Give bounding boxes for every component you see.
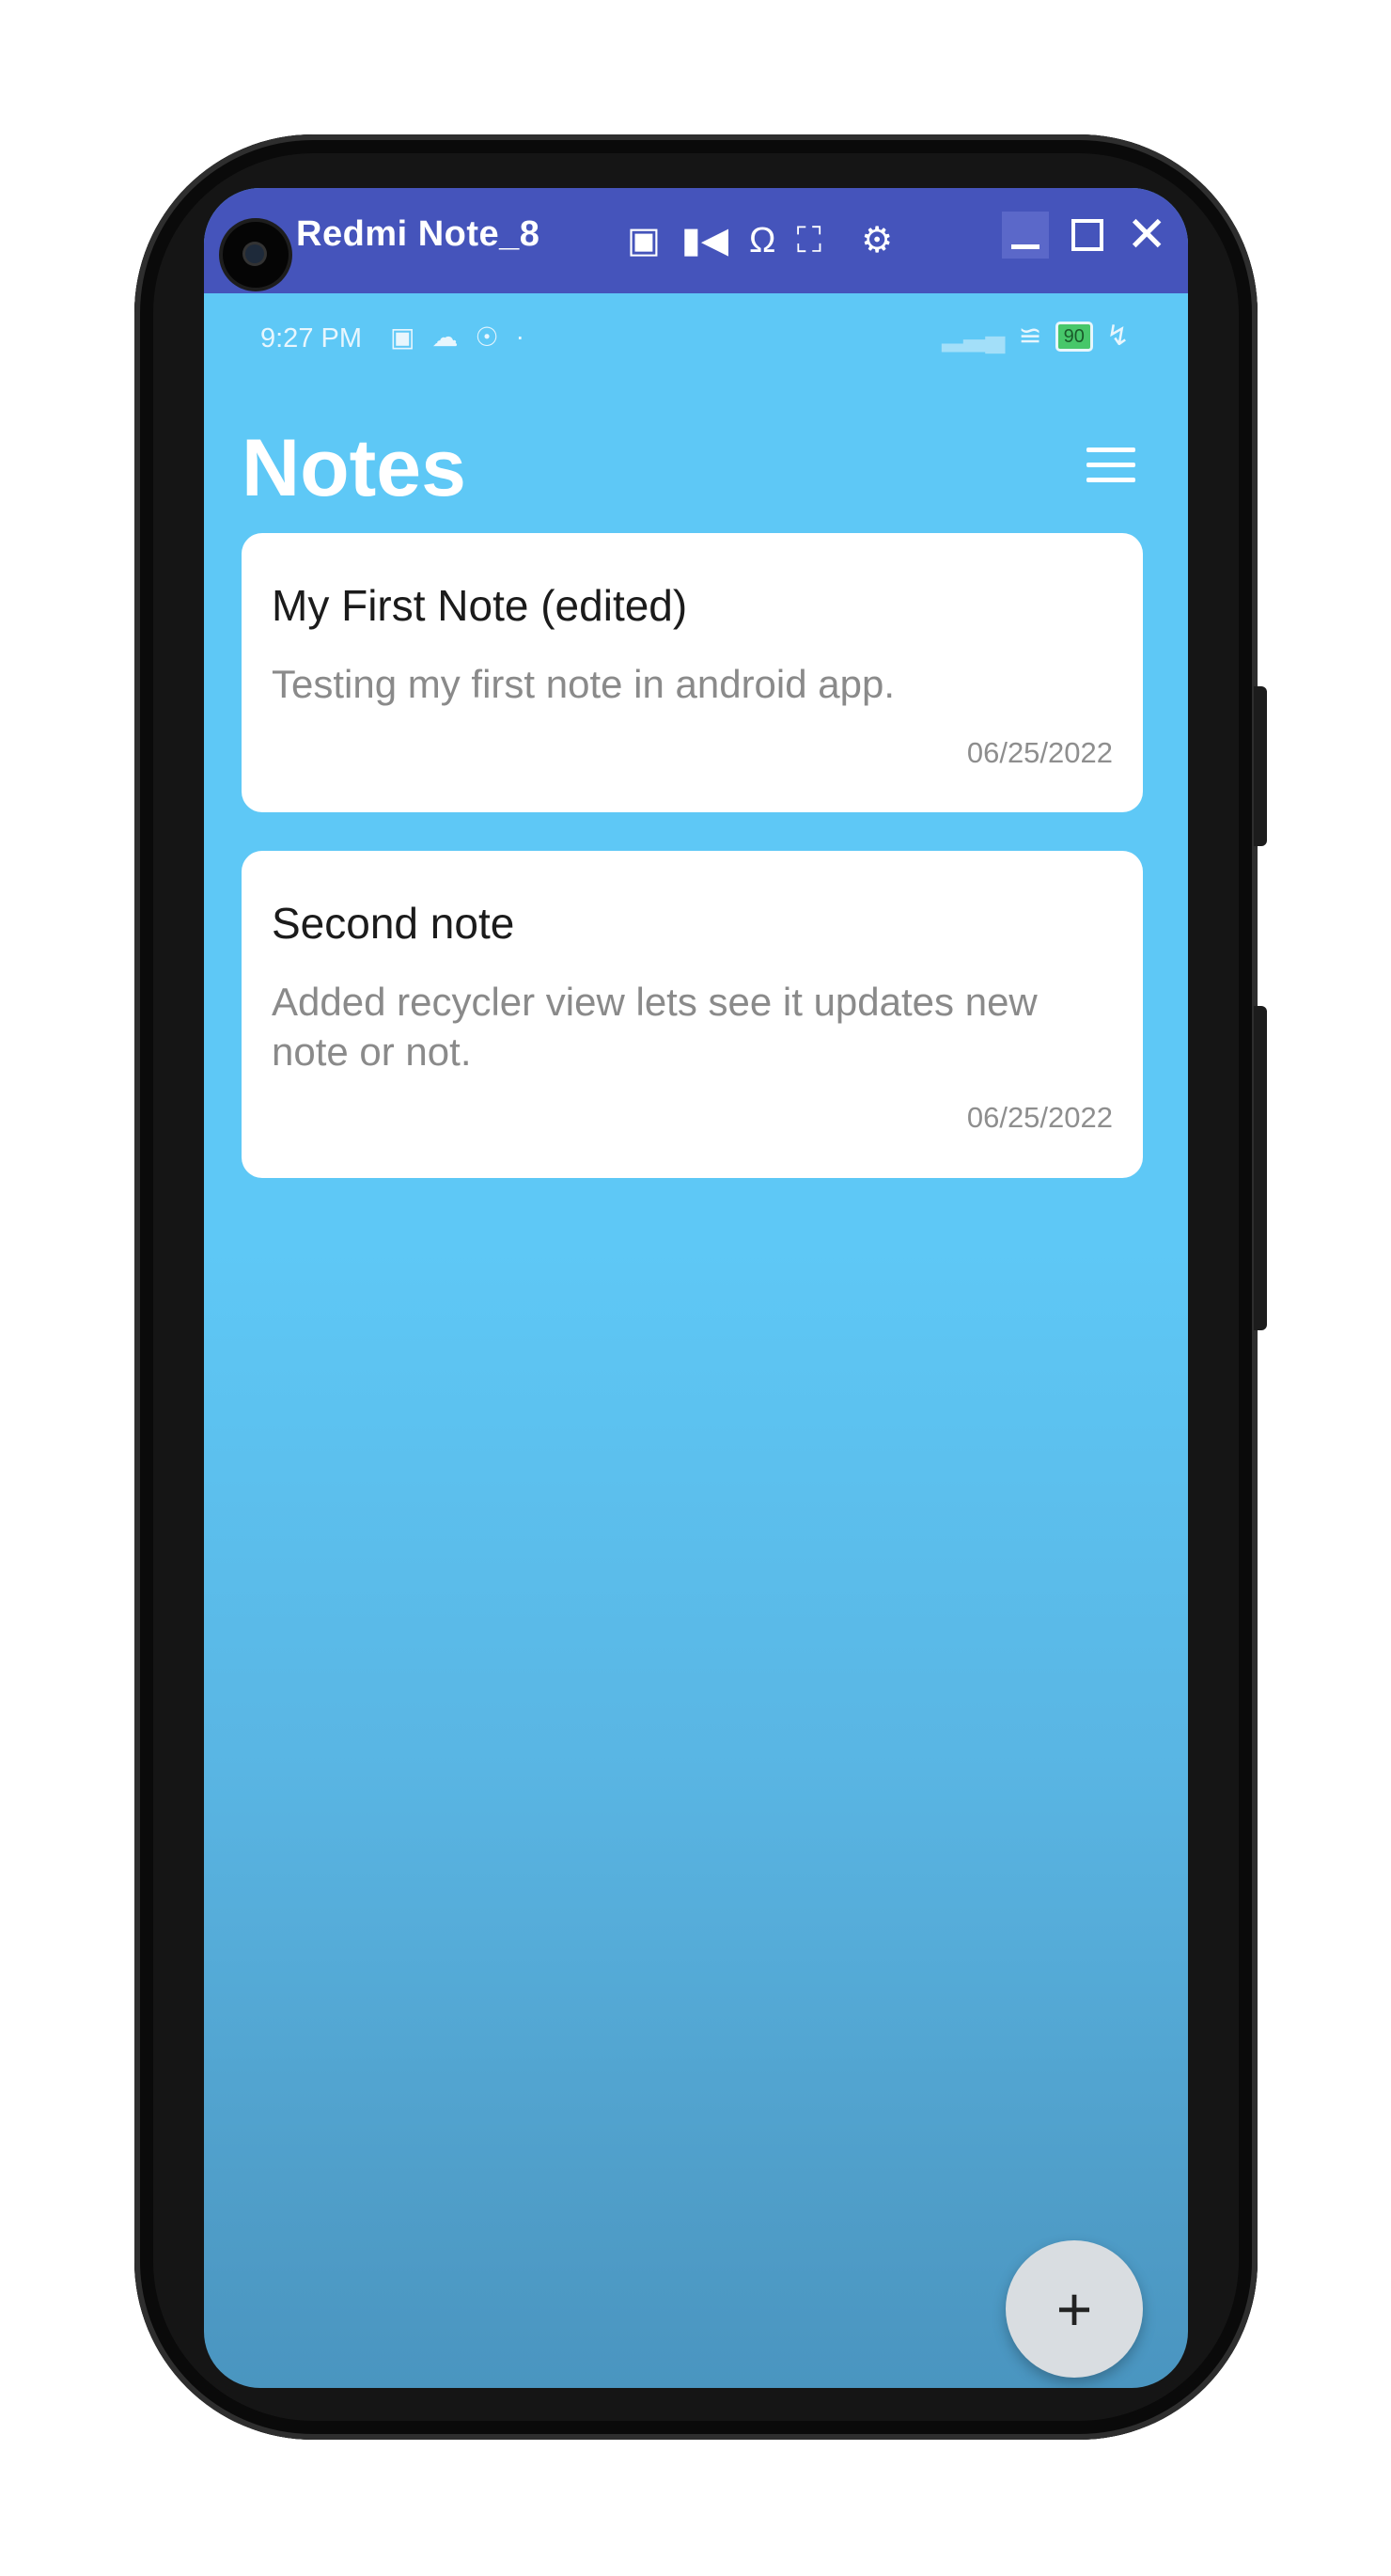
note-body: Testing my first note in android app. bbox=[272, 662, 896, 706]
add-note-button[interactable]: + bbox=[1006, 2240, 1143, 2378]
phone-screen: Redmi Note_8 ▣ ▮◀ Ω ⛶ ⚙ ✕ 9:27 PM ▣ ☁ ☉ … bbox=[204, 188, 1188, 2388]
note-title: Second note bbox=[272, 899, 515, 948]
charging-icon: ↯ bbox=[1105, 321, 1130, 352]
note-card[interactable]: Second note Added recycler view lets see… bbox=[242, 851, 1143, 1178]
sync-icon: ☉ bbox=[475, 322, 499, 352]
window-toolbar: ▣ ▮◀ Ω ⛶ ⚙ bbox=[627, 216, 893, 265]
note-card[interactable]: My First Note (edited) Testing my first … bbox=[242, 533, 1143, 812]
cloud-icon: ☁ bbox=[431, 322, 459, 352]
android-status-bar: 9:27 PM ▣ ☁ ☉ · ▂▃▄ ≌ 90 ↯ bbox=[204, 320, 1188, 367]
minimize-button[interactable] bbox=[1002, 212, 1050, 259]
wifi-icon: ≌ bbox=[1018, 321, 1042, 352]
headphones-icon[interactable]: Ω bbox=[749, 216, 775, 265]
window-controls: ✕ bbox=[1002, 211, 1167, 259]
window-title: Redmi Note_8 bbox=[296, 214, 540, 254]
battery-icon: 90 bbox=[1055, 321, 1093, 352]
status-system-icons: ▂▃▄ ≌ 90 ↯ bbox=[942, 320, 1130, 353]
power-button bbox=[1254, 1006, 1267, 1330]
maximize-button[interactable] bbox=[1071, 219, 1104, 251]
video-icon[interactable]: ▮◀ bbox=[681, 216, 728, 265]
menu-icon[interactable] bbox=[1086, 448, 1135, 485]
fullscreen-icon[interactable]: ⛶ bbox=[796, 216, 821, 265]
page-title: Notes bbox=[242, 423, 466, 513]
status-time: 9:27 PM bbox=[260, 323, 362, 353]
notification-icon: ▣ bbox=[390, 322, 415, 352]
note-date: 06/25/2022 bbox=[966, 1101, 1113, 1134]
dot-icon: · bbox=[515, 322, 524, 351]
status-notification-icons: ▣ ☁ ☉ · bbox=[390, 322, 524, 353]
mirror-window-title-bar: Redmi Note_8 ▣ ▮◀ Ω ⛶ ⚙ ✕ bbox=[204, 188, 1188, 293]
signal-icon: ▂▃▄ bbox=[942, 321, 1006, 352]
note-body: Added recycler view lets see it updates … bbox=[272, 980, 1038, 1074]
volume-button bbox=[1254, 686, 1267, 846]
camera-icon[interactable]: ▣ bbox=[627, 216, 661, 265]
settings-icon[interactable]: ⚙ bbox=[861, 216, 893, 265]
front-camera bbox=[223, 222, 289, 288]
note-title: My First Note (edited) bbox=[272, 581, 688, 630]
note-date: 06/25/2022 bbox=[966, 736, 1113, 769]
close-button[interactable]: ✕ bbox=[1126, 211, 1167, 259]
minimize-icon bbox=[1011, 244, 1040, 249]
